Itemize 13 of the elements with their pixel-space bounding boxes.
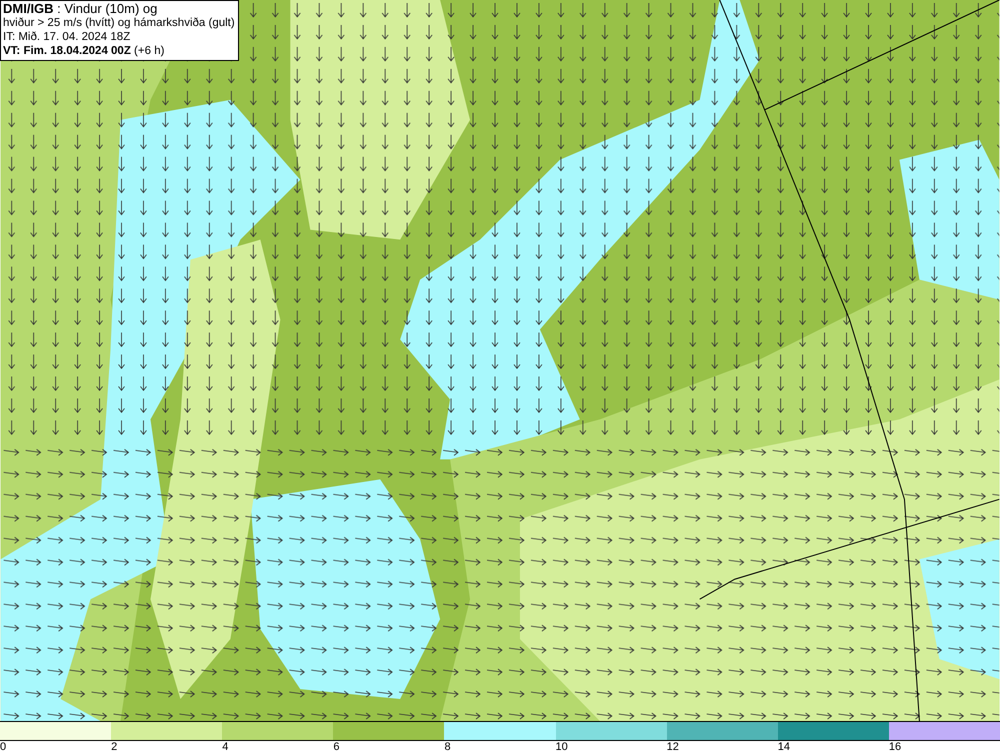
scale-tick-label: 16 (888, 741, 902, 753)
scale-tick-label: 14 (778, 741, 790, 753)
scale-tick-label: 6 (333, 741, 340, 753)
scale-tick-label: 8 (444, 741, 451, 753)
scale-tick-label: 0 (0, 741, 6, 753)
scale-tick-label: 12 (666, 741, 679, 753)
info-line: DMI/IGB : Vindur (10m) og (3, 2, 158, 16)
info-line: VT: Fim. 18.04.2024 00Z (+6 h) (3, 44, 166, 58)
scale-tick-label: 4 (222, 741, 228, 753)
scale-tick-label: 10 (556, 741, 568, 753)
info-line: IT: Mið. 17. 04. 2024 18Z (3, 30, 132, 44)
scale-tick-label: 2 (111, 741, 118, 753)
info-line: hviður > 25 m/s (hvítt) og hámarkshviða (gult) (3, 16, 235, 30)
